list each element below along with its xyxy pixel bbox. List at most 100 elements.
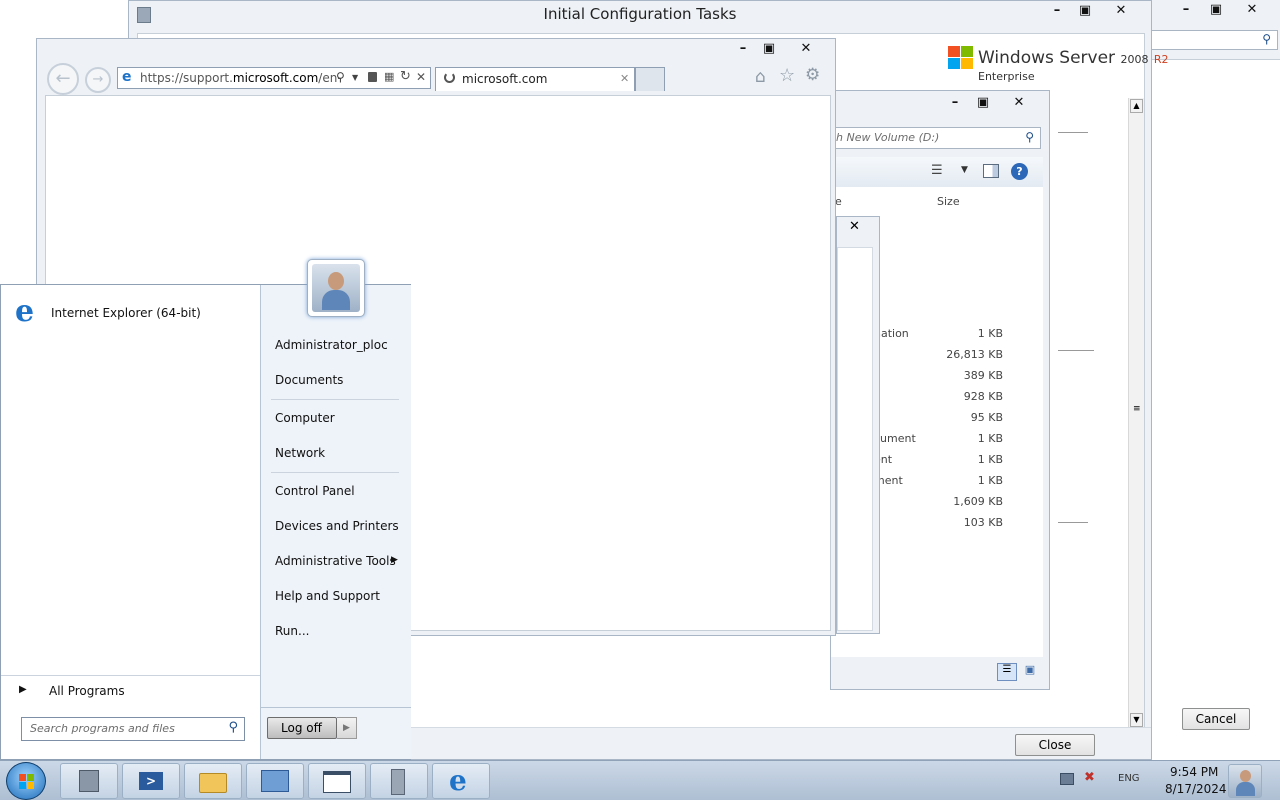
minimize-icon[interactable]: –: [1045, 1, 1069, 21]
vertical-scrollbar[interactable]: ▲ ≡ ▼: [1128, 98, 1144, 728]
maximize-icon[interactable]: ▣: [1073, 1, 1097, 21]
close-icon[interactable]: ✕: [1007, 93, 1031, 113]
favorites-icon[interactable]: ☆: [779, 65, 795, 86]
taskbar-server-manager[interactable]: [60, 763, 118, 799]
file-row-name[interactable]: cument: [874, 432, 916, 445]
details-view-button[interactable]: ☰: [997, 663, 1017, 681]
partial-dialog: ✕: [836, 216, 880, 634]
start-menu-programs: e Internet Explorer (64-bit) ▶ All Progr…: [1, 285, 261, 759]
internet-explorer-icon: e: [15, 294, 35, 329]
browser-tab[interactable]: microsoft.com ✕: [435, 67, 635, 91]
address-bar[interactable]: e https://support.microsoft.com/en- ⚲ ▼ …: [117, 67, 431, 89]
close-icon[interactable]: ✕: [794, 39, 818, 59]
maximize-icon[interactable]: ▣: [757, 39, 781, 59]
language-indicator[interactable]: ENG: [1118, 773, 1140, 784]
pinned-program-ie[interactable]: e Internet Explorer (64-bit): [11, 297, 251, 329]
loading-icon: [444, 72, 455, 83]
start-item-run[interactable]: Run...: [275, 624, 309, 638]
preview-pane-icon[interactable]: [983, 164, 999, 178]
minimize-icon[interactable]: –: [943, 93, 967, 113]
scroll-down-arrow[interactable]: ▼: [1130, 713, 1143, 727]
avatar-icon: [1240, 770, 1251, 782]
refresh-icon[interactable]: ↻: [400, 69, 411, 84]
server-manager-icon: [79, 770, 99, 792]
avatar-icon: [328, 272, 344, 290]
taskbar-powershell[interactable]: >: [122, 763, 180, 799]
forward-button[interactable]: →: [85, 67, 111, 93]
separator: [271, 472, 399, 473]
search-box[interactable]: ⚲: [1150, 30, 1278, 50]
maximize-icon[interactable]: ▣: [971, 93, 995, 113]
chevron-down-icon[interactable]: ▼: [352, 73, 358, 82]
start-item-network[interactable]: Network: [275, 446, 325, 460]
file-row-size: 1,609 KB: [953, 495, 1003, 508]
cancel-button[interactable]: Cancel: [1182, 708, 1250, 730]
brand-name: Windows Server: [978, 48, 1116, 68]
compatibility-icon[interactable]: ▦: [384, 70, 394, 83]
start-item-user[interactable]: Administrator_ploc: [275, 338, 388, 352]
explorer-search-input[interactable]: h New Volume (D:) ⚲: [831, 127, 1041, 149]
scroll-thumb-grip: ≡: [1133, 404, 1141, 414]
explorer-toolbar: ☰ ▼ ?: [831, 157, 1043, 187]
scroll-up-arrow[interactable]: ▲: [1130, 99, 1143, 113]
network-tray-icon[interactable]: [1060, 773, 1074, 785]
url-domain: microsoft.com: [232, 71, 319, 85]
back-button[interactable]: ←: [47, 63, 79, 95]
new-tab-button[interactable]: [635, 67, 665, 91]
search-icon: ⚲: [1025, 130, 1034, 144]
file-row-size: 928 KB: [963, 390, 1003, 403]
file-row-size: 95 KB: [970, 411, 1003, 424]
chevron-down-icon[interactable]: ▼: [961, 165, 968, 175]
column-header-size[interactable]: Size: [937, 195, 960, 208]
close-button[interactable]: Close: [1015, 734, 1095, 756]
taskbar-app-window[interactable]: [308, 763, 366, 799]
search-icon[interactable]: ⚲: [336, 70, 345, 84]
tab-close-icon[interactable]: ✕: [620, 72, 629, 85]
start-item-control-panel[interactable]: Control Panel: [275, 484, 355, 498]
minimize-icon[interactable]: –: [731, 39, 755, 59]
all-programs-label: All Programs: [49, 684, 125, 698]
log-off-button[interactable]: Log off: [267, 717, 337, 739]
maximize-icon[interactable]: ▣: [1204, 0, 1228, 20]
volume-muted-icon[interactable]: ✖: [1084, 770, 1095, 785]
taskbar-internet-explorer[interactable]: e: [432, 763, 490, 799]
clock-date[interactable]: 8/17/2024: [1165, 782, 1227, 796]
close-icon[interactable]: ✕: [1109, 1, 1133, 21]
minimize-icon[interactable]: –: [1174, 0, 1198, 20]
taskbar-explorer[interactable]: [184, 763, 242, 799]
configuration-icon: [261, 770, 289, 792]
home-icon[interactable]: ⌂: [755, 67, 766, 87]
background-window-right: – ▣ ✕ ⚲: [1150, 0, 1280, 60]
large-icons-view-button[interactable]: ▣: [1021, 663, 1039, 681]
folder-icon: [199, 773, 227, 793]
start-item-help-support[interactable]: Help and Support: [275, 589, 380, 603]
address-url: https://support.microsoft.com/en-: [140, 71, 342, 85]
start-item-administrative-tools[interactable]: Administrative Tools: [275, 554, 396, 568]
show-desktop-avatar[interactable]: [1228, 764, 1262, 798]
windows-logo: [948, 46, 974, 70]
help-icon[interactable]: ?: [1011, 163, 1028, 180]
ie-page-icon: e: [122, 69, 132, 85]
user-picture[interactable]: [307, 259, 365, 317]
start-button[interactable]: [6, 762, 46, 800]
submenu-arrow-icon: ▶: [391, 555, 398, 565]
view-options-icon[interactable]: ☰: [931, 163, 943, 178]
all-programs-item[interactable]: ▶ All Programs: [15, 683, 251, 703]
start-item-documents[interactable]: Documents: [275, 373, 343, 387]
search-placeholder: h New Volume (D:): [836, 131, 940, 144]
taskbar-ict[interactable]: [246, 763, 304, 799]
window-title: Initial Configuration Tasks: [543, 5, 737, 23]
start-menu: e Internet Explorer (64-bit) ▶ All Progr…: [0, 284, 411, 760]
shutdown-options-button[interactable]: ▶: [337, 717, 357, 739]
start-item-computer[interactable]: Computer: [275, 411, 335, 425]
close-icon[interactable]: ✕: [849, 219, 860, 234]
start-item-devices-printers[interactable]: Devices and Printers: [275, 519, 399, 533]
gear-icon[interactable]: ⚙: [805, 65, 820, 85]
windows-flag-icon: [19, 774, 35, 789]
clock-time[interactable]: 9:54 PM: [1170, 765, 1218, 779]
tab-label: microsoft.com: [462, 72, 548, 86]
stop-icon[interactable]: ✕: [416, 70, 426, 84]
taskbar-tools[interactable]: [370, 763, 428, 799]
start-search-input[interactable]: Search programs and files ⚲: [21, 717, 245, 741]
close-icon[interactable]: ✕: [1240, 0, 1264, 20]
